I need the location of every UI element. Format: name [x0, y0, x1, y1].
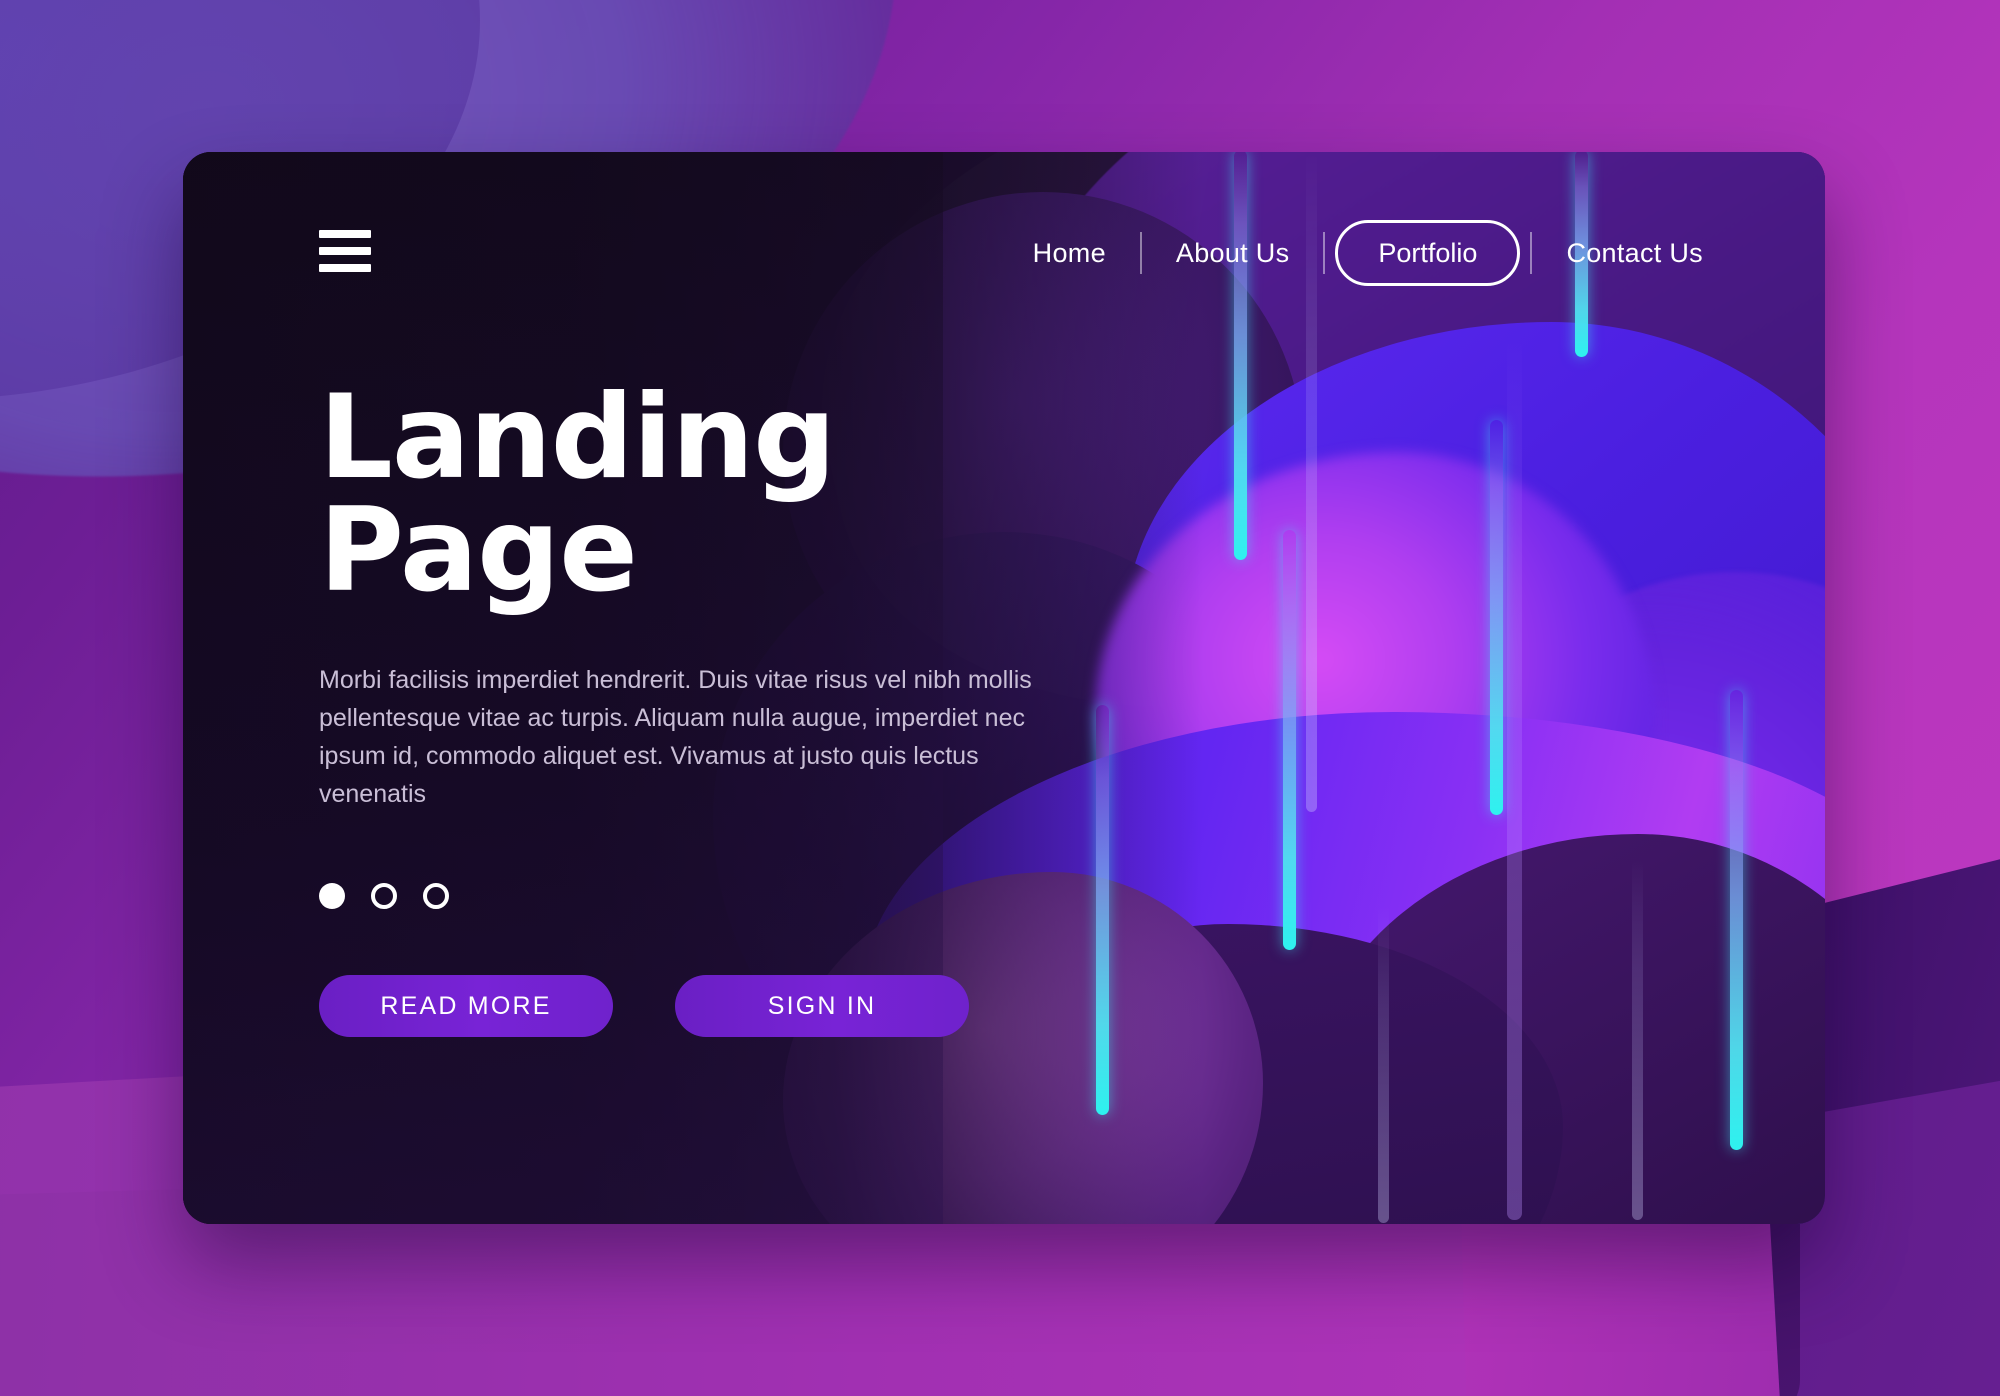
landing-page-card: Home About Us Portfolio Contact Us Landi…: [183, 152, 1825, 1224]
main-navigation: Home About Us Portfolio Contact Us: [999, 220, 1737, 286]
sign-in-button[interactable]: SIGN IN: [675, 975, 969, 1038]
nav-item-portfolio[interactable]: Portfolio: [1335, 220, 1521, 286]
header-bar: Home About Us Portfolio Contact Us: [183, 152, 1825, 332]
drip-10-icon: [1378, 905, 1389, 1223]
hamburger-bar-1: [319, 230, 371, 238]
drip-4-icon: [1507, 340, 1522, 1220]
drip-7-icon: [1096, 705, 1109, 1115]
drip-8-icon: [1730, 690, 1743, 1150]
read-more-button[interactable]: READ MORE: [319, 975, 613, 1038]
nav-item-home[interactable]: Home: [999, 220, 1140, 286]
nav-separator-2: [1323, 232, 1326, 274]
carousel-dot-1[interactable]: [319, 883, 345, 910]
nav-item-about-us[interactable]: About Us: [1142, 220, 1323, 286]
drip-6-icon: [1283, 530, 1296, 950]
hero-description: Morbi facilisis imperdiet hendrerit. Dui…: [319, 666, 1032, 809]
drip-9-icon: [1632, 860, 1643, 1220]
page-canvas: Home About Us Portfolio Contact Us Landi…: [0, 0, 2000, 1396]
page-title: Landing Page: [319, 370, 836, 618]
hamburger-bar-2: [319, 247, 371, 255]
carousel-dot-3[interactable]: [423, 883, 449, 910]
hamburger-menu-icon[interactable]: [319, 230, 371, 272]
carousel-dots: [319, 883, 1079, 910]
cta-button-group: READ MORE SIGN IN: [319, 975, 1079, 1038]
nav-item-contact-us[interactable]: Contact Us: [1532, 220, 1737, 286]
hamburger-bar-3: [319, 264, 371, 272]
drip-5-icon: [1490, 420, 1503, 815]
hero-section: Landing Page Morbi facilisis imperdiet h…: [319, 370, 1079, 1038]
carousel-dot-2[interactable]: [371, 883, 397, 910]
